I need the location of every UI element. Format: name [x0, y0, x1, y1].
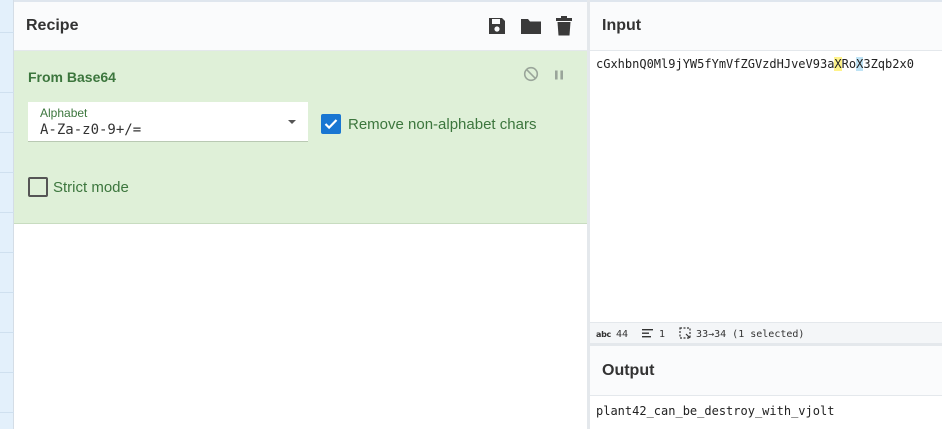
checkbox-checked-icon[interactable] — [321, 114, 341, 134]
from-base64-operation: From Base64 Alphabet A-Za-z0-9+/= Remove… — [14, 51, 587, 224]
input-textarea[interactable]: cGxhbnQ0Ml9jYW5fYmVfZGVzdHJveV93aXRoX3Zq… — [596, 57, 914, 71]
disable-icon[interactable] — [523, 66, 539, 87]
length-indicator: abc 44 — [596, 329, 628, 340]
recipe-title: Recipe — [26, 17, 79, 34]
output-title: Output — [602, 361, 655, 379]
alphabet-value: A-Za-z0-9+/= — [40, 122, 142, 138]
operation-name: From Base64 — [28, 69, 116, 85]
recipe-panel: Recipe From Base64 Alphabet A-Za-z0-9+/=… — [14, 0, 587, 429]
input-selected-char: X — [834, 57, 842, 71]
strict-mode-checkbox[interactable]: Strict mode — [28, 177, 129, 197]
output-textarea[interactable]: plant42_can_be_destroy_with_vjolt — [596, 404, 834, 418]
lines-value: 1 — [659, 328, 666, 340]
output-header: Output — [590, 346, 942, 396]
input-text-segment: cGxhbnQ0Ml9jYW5fYmVfZGVzdHJveV93a — [596, 57, 835, 71]
trash-icon[interactable] — [555, 16, 573, 36]
input-text-segment: 3Zqb2x0 — [863, 57, 914, 71]
input-title: Input — [602, 17, 642, 34]
length-value: 44 — [615, 328, 629, 340]
pause-icon[interactable] — [553, 68, 565, 86]
abc-icon: abc — [596, 329, 611, 339]
remove-non-alphabet-checkbox[interactable]: Remove non-alphabet chars — [321, 114, 536, 134]
output-panel: Output plant42_can_be_destroy_with_vjolt — [590, 343, 942, 429]
remove-non-alphabet-label: Remove non-alphabet chars — [348, 115, 537, 133]
operations-panel-edge — [0, 0, 14, 429]
selection-icon — [679, 326, 691, 342]
strict-mode-label: Strict mode — [53, 178, 129, 196]
recipe-header: Recipe — [14, 2, 587, 51]
alphabet-select[interactable]: Alphabet A-Za-z0-9+/= — [28, 102, 308, 142]
input-header: Input — [590, 2, 942, 51]
selection-value: 33→34 (1 selected) — [696, 328, 805, 340]
folder-icon[interactable] — [520, 16, 542, 36]
input-panel: Input cGxhbnQ0Ml9jYW5fYmVfZGVzdHJveV93aX… — [590, 0, 942, 345]
alphabet-label: Alphabet — [40, 106, 88, 120]
lines-indicator: 1 — [642, 328, 665, 341]
save-icon[interactable] — [487, 16, 507, 36]
lines-icon — [642, 328, 654, 341]
selection-indicator: 33→34 (1 selected) — [679, 326, 805, 342]
input-status-bar: abc 44 1 33→34 (1 selected) — [590, 322, 942, 345]
checkbox-empty-icon[interactable] — [28, 177, 48, 197]
chevron-down-icon — [288, 120, 296, 124]
input-text-segment: Ro — [841, 57, 857, 71]
